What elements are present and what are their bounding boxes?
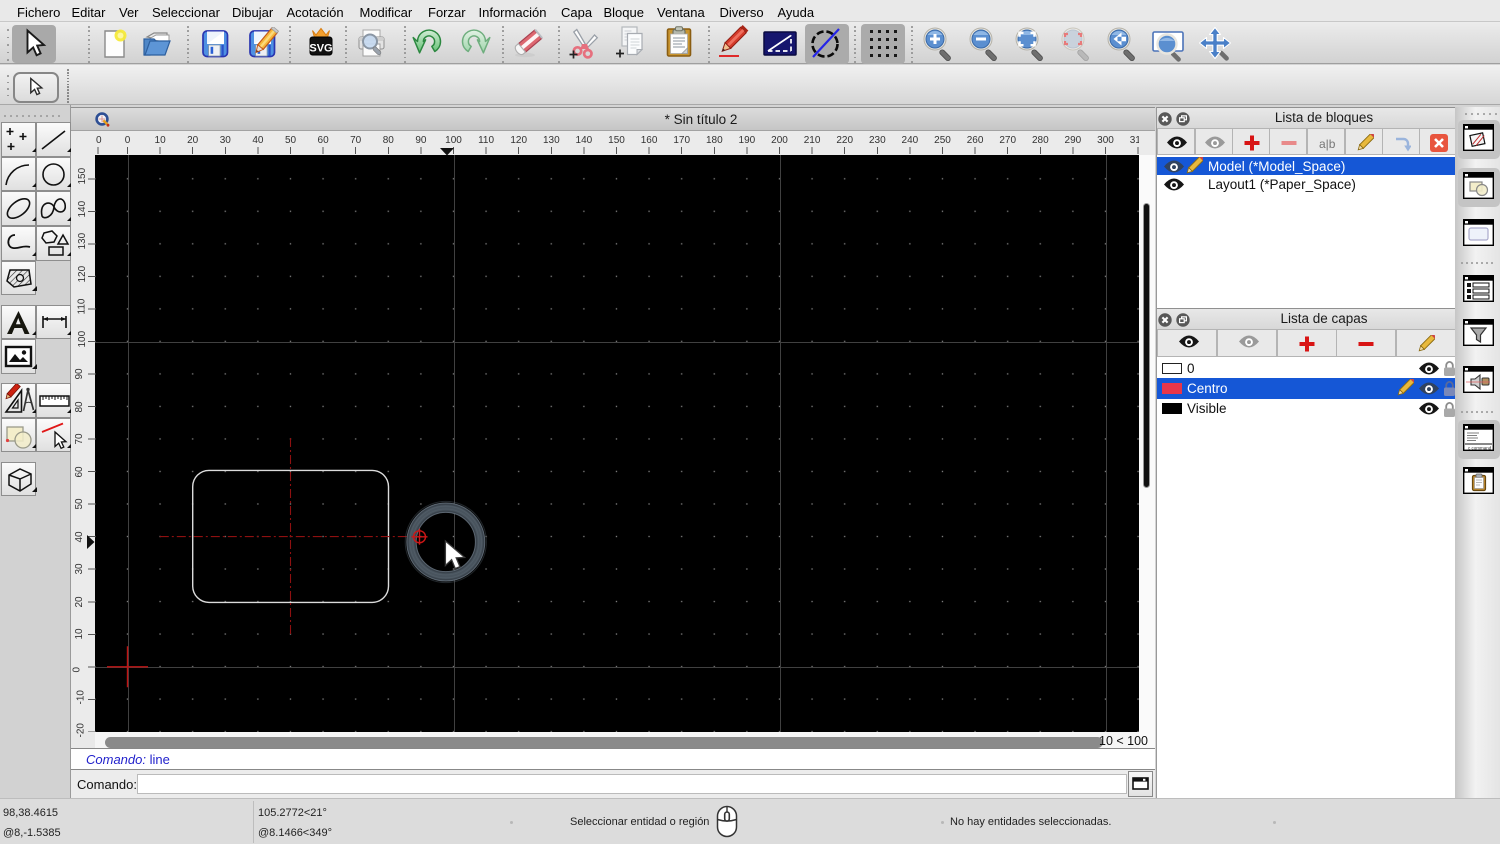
svg-text:c command: c command <box>1468 445 1492 450</box>
svg-text:SVG: SVG <box>309 43 332 55</box>
